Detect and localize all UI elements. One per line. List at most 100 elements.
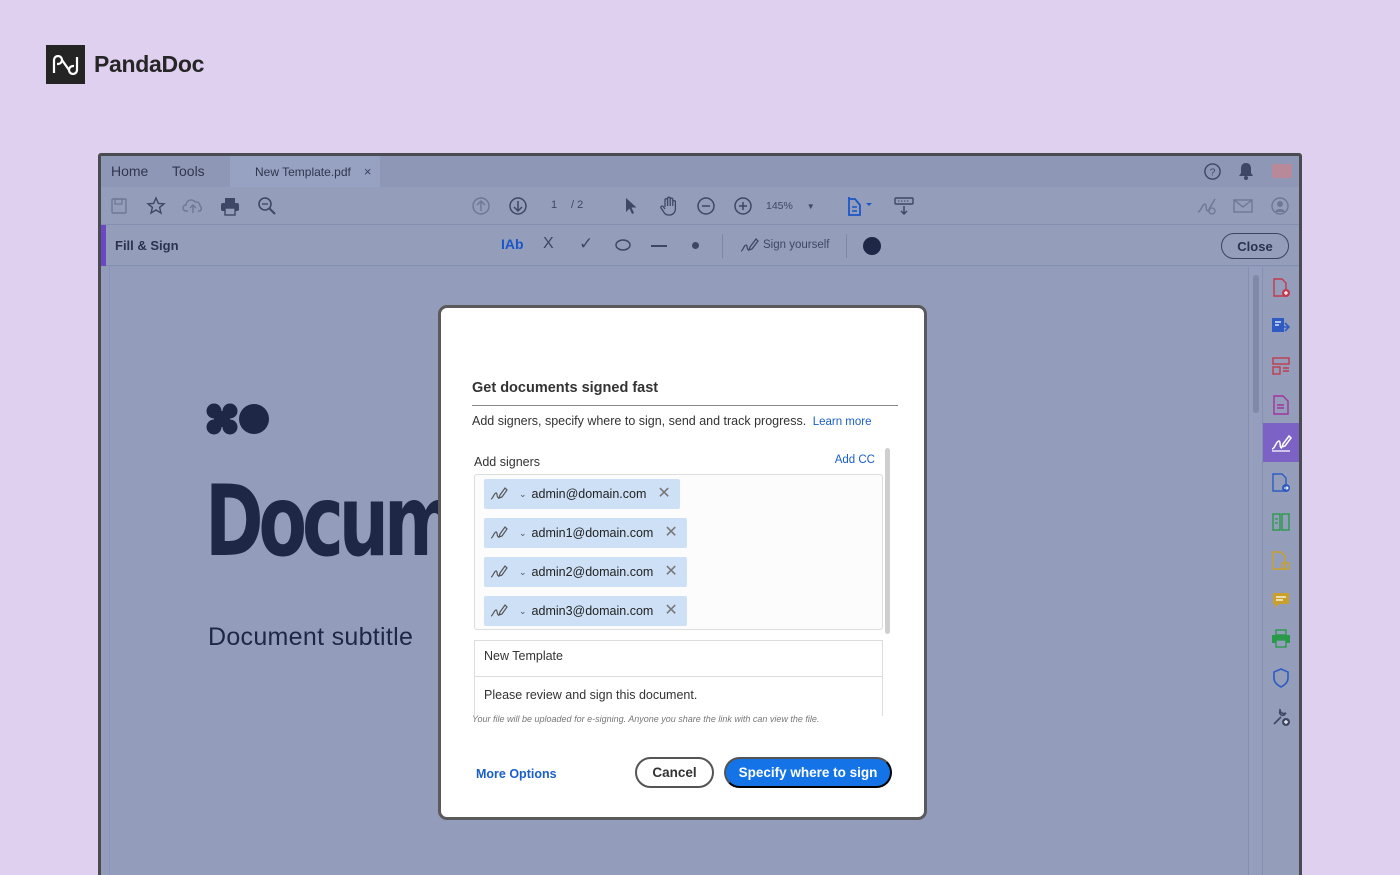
signer-email: admin3@domain.com: [531, 604, 654, 618]
fill-sign-label: Fill & Sign: [115, 238, 179, 253]
signer-chip[interactable]: ⌄ admin1@domain.com ✕: [484, 518, 687, 548]
combine-icon[interactable]: [1263, 541, 1299, 580]
left-margin-line: [109, 267, 110, 875]
remove-signer-icon[interactable]: ✕: [664, 603, 677, 619]
sign-yourself-button[interactable]: Sign yourself: [739, 236, 829, 254]
sign-link-icon[interactable]: [1195, 195, 1219, 217]
dialog-scrollbar[interactable]: [885, 448, 890, 634]
close-fill-sign-button[interactable]: Close: [1221, 233, 1289, 259]
toolbar-divider: [846, 234, 847, 258]
dialog-description-text: Add signers, specify where to sign, send…: [472, 414, 807, 428]
cancel-button[interactable]: Cancel: [635, 757, 714, 788]
help-icon[interactable]: ?: [1201, 160, 1223, 182]
add-signers-label: Add signers: [474, 455, 541, 469]
compare-icon[interactable]: [1263, 502, 1299, 541]
organize-pages-icon[interactable]: [1263, 346, 1299, 385]
scroll-mode-icon[interactable]: [892, 194, 916, 218]
signer-email: admin1@domain.com: [531, 526, 654, 540]
dot-tool-icon[interactable]: [692, 242, 699, 249]
signer-chip[interactable]: ⌄ admin3@domain.com ✕: [484, 596, 687, 626]
signer-role-icon: [490, 565, 508, 578]
edit-pdf-icon[interactable]: [1263, 385, 1299, 424]
specify-where-to-sign-button[interactable]: Specify where to sign: [724, 757, 892, 788]
remove-signer-icon[interactable]: ✕: [657, 486, 670, 502]
pandadoc-brand: PandaDoc: [46, 45, 204, 84]
cross-mark-tool[interactable]: X: [543, 235, 554, 253]
create-pdf-icon[interactable]: [1263, 268, 1299, 307]
page-total: / 2: [571, 199, 584, 211]
page-number-input[interactable]: 1: [542, 199, 566, 211]
color-picker-swatch[interactable]: [863, 237, 881, 255]
share-user-icon[interactable]: [1269, 195, 1291, 217]
zoom-in-icon[interactable]: [732, 195, 754, 217]
print-production-icon[interactable]: [1263, 619, 1299, 658]
upload-cloud-icon[interactable]: [181, 195, 205, 217]
document-title: Docum: [205, 465, 457, 579]
signer-chip[interactable]: ⌄ admin@domain.com ✕: [484, 479, 680, 509]
checkmark-tool[interactable]: ✓: [579, 234, 593, 254]
page-down-icon[interactable]: [507, 195, 529, 217]
document-subtitle: Document subtitle: [208, 623, 414, 651]
main-toolbar: 1 / 2 145% ▼: [101, 187, 1299, 225]
bell-icon[interactable]: [1235, 160, 1257, 182]
fit-page-icon[interactable]: [845, 194, 877, 218]
chevron-down-icon[interactable]: ⌄: [519, 606, 527, 617]
signer-email: admin2@domain.com: [531, 565, 654, 579]
add-cc-link[interactable]: Add CC: [835, 454, 875, 466]
toolbar-divider: [722, 234, 723, 258]
document-tab-label: New Template.pdf: [255, 164, 351, 179]
add-text-tool[interactable]: IAb: [501, 236, 524, 252]
fill-sign-accent: [101, 225, 106, 266]
send-review-icon[interactable]: [1263, 463, 1299, 502]
dialog-scroll-area[interactable]: Add signers Add CC ⌄ admin@domain.com ✕ …: [472, 446, 893, 716]
document-tab[interactable]: New Template.pdf ×: [230, 156, 380, 187]
remove-signer-icon[interactable]: ✕: [664, 525, 677, 541]
right-tools-panel: [1262, 267, 1299, 875]
chevron-down-icon: ▼: [806, 202, 815, 211]
signer-email: admin@domain.com: [531, 487, 647, 501]
search-zoom-icon[interactable]: [256, 195, 278, 217]
zoom-level-select[interactable]: 145% ▼: [766, 200, 815, 212]
pandadoc-logo-icon: [46, 45, 85, 84]
star-icon[interactable]: [145, 195, 167, 217]
fill-sign-icon[interactable]: [1263, 423, 1299, 462]
document-scrollbar[interactable]: [1248, 267, 1262, 875]
chevron-down-icon[interactable]: ⌄: [519, 528, 527, 539]
remove-signer-icon[interactable]: ✕: [664, 564, 677, 580]
circle-tool-icon[interactable]: [614, 238, 632, 252]
page-up-icon[interactable]: [470, 195, 492, 217]
avatar[interactable]: [1272, 164, 1292, 178]
comment-icon[interactable]: [1263, 580, 1299, 619]
tab-bar: Home Tools New Template.pdf × ?: [101, 156, 1299, 187]
print-icon[interactable]: [219, 195, 241, 217]
menu-tools[interactable]: Tools: [172, 163, 205, 179]
pointer-icon[interactable]: [621, 195, 641, 217]
learn-more-link[interactable]: Learn more: [813, 416, 872, 428]
brand-name: PandaDoc: [94, 51, 205, 77]
sign-yourself-label: Sign yourself: [763, 239, 830, 251]
hand-icon[interactable]: [657, 194, 681, 218]
signer-role-icon: [490, 526, 508, 539]
scrollbar-thumb[interactable]: [1253, 275, 1259, 413]
svg-text:?: ?: [1209, 167, 1215, 178]
dialog-title: Get documents signed fast: [472, 380, 659, 396]
more-tools-icon[interactable]: [1263, 697, 1299, 736]
document-name-field[interactable]: New Template: [474, 640, 883, 676]
protect-icon[interactable]: [1263, 658, 1299, 697]
zoom-out-icon[interactable]: [695, 195, 717, 217]
save-icon[interactable]: [109, 196, 129, 216]
chevron-down-icon[interactable]: ⌄: [519, 489, 527, 500]
zoom-level-value: 145%: [766, 200, 793, 212]
signer-role-icon: [490, 487, 508, 500]
signer-chip[interactable]: ⌄ admin2@domain.com ✕: [484, 557, 687, 587]
signers-list[interactable]: ⌄ admin@domain.com ✕ ⌄ admin1@domain.com…: [474, 474, 883, 630]
more-options-link[interactable]: More Options: [476, 767, 557, 781]
email-icon[interactable]: [1232, 195, 1254, 217]
chevron-down-icon[interactable]: ⌄: [519, 567, 527, 578]
menu-home[interactable]: Home: [111, 163, 148, 179]
message-field[interactable]: Please review and sign this document.: [474, 676, 883, 716]
close-tab-icon[interactable]: ×: [364, 164, 372, 179]
export-pdf-icon[interactable]: [1263, 307, 1299, 346]
line-tool-icon[interactable]: [651, 245, 667, 247]
pen-sign-icon: [740, 238, 759, 252]
